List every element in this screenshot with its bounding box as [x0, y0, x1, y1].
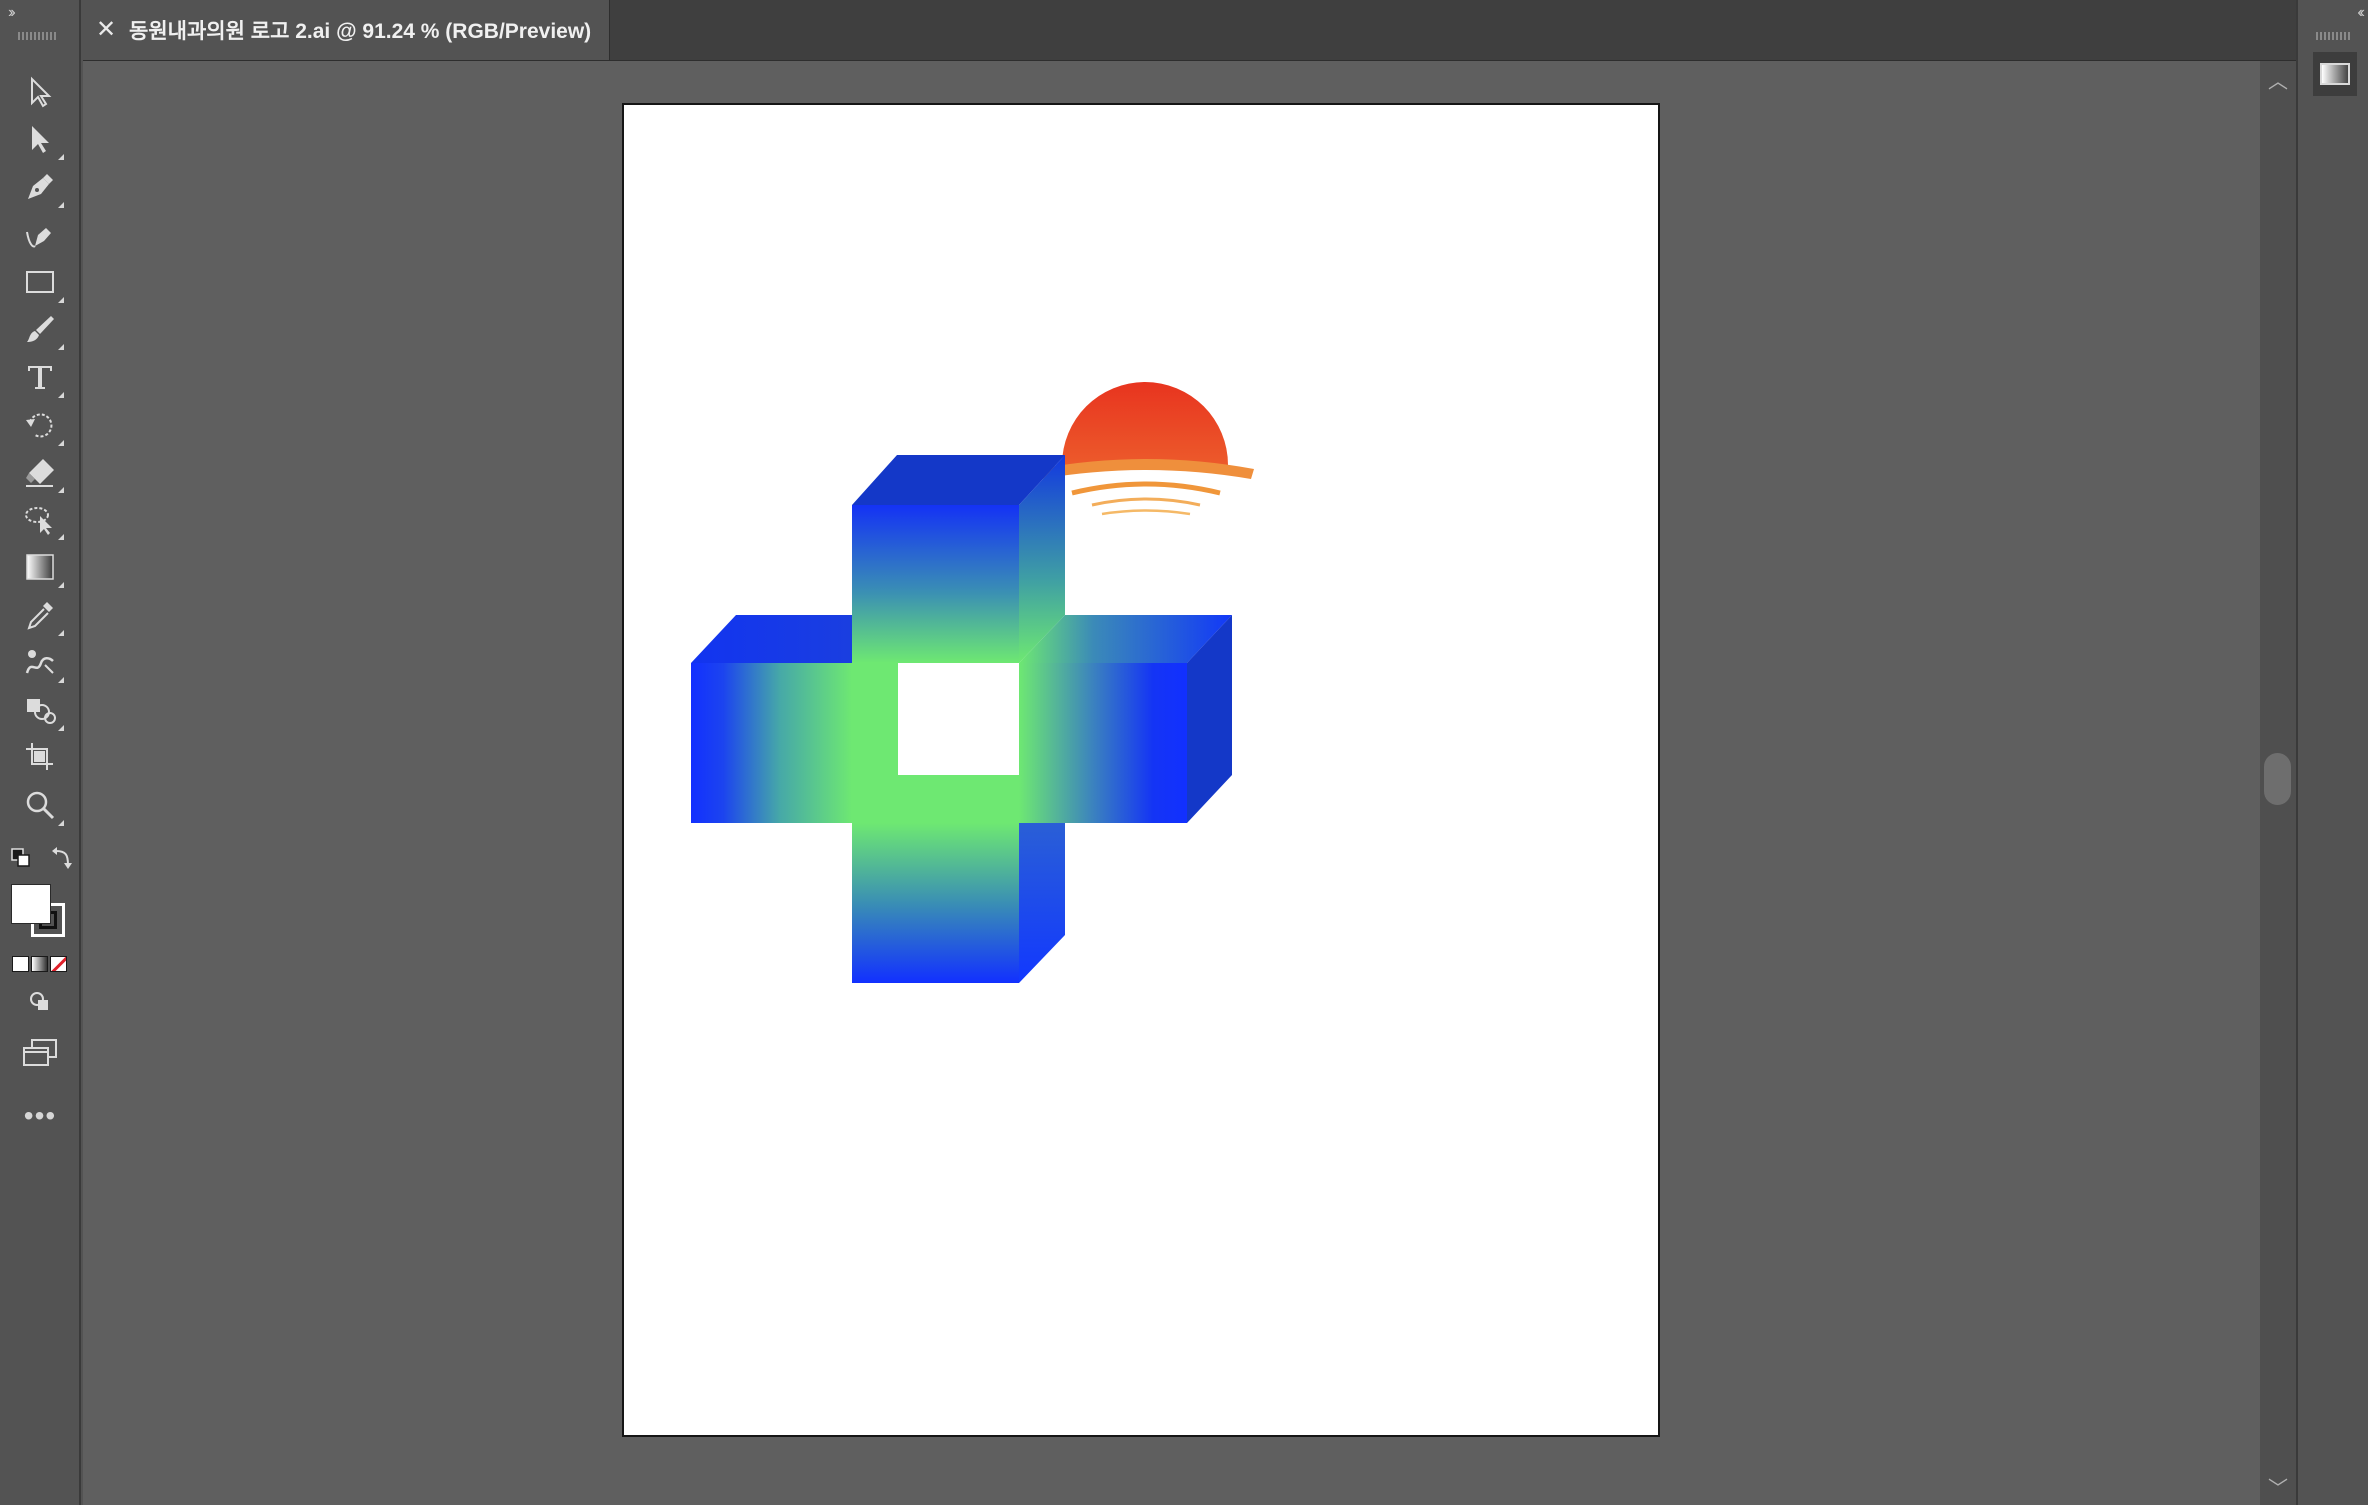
bottom-arm-side — [1019, 823, 1065, 983]
default-colors-icon[interactable] — [10, 847, 34, 871]
document-tab-bar: ✕ 동원내과의원 로고 2.ai @ 91.24 % (RGB/Preview) — [83, 0, 2296, 61]
center-bottom-bar — [898, 775, 1019, 823]
screen-mode-icon[interactable] — [22, 1038, 58, 1068]
pen-icon — [28, 174, 53, 199]
artboard-tool-button[interactable] — [18, 735, 62, 779]
artboard[interactable] — [622, 103, 1660, 1437]
top-arm-front — [852, 505, 1019, 663]
scroll-up-icon[interactable]: ︿ — [2260, 65, 2296, 94]
eyedropper-tool-button[interactable] — [18, 593, 64, 637]
scroll-thumb[interactable] — [2264, 753, 2291, 805]
sun-ray-3 — [1101, 509, 1191, 516]
right-panel-dock: ‹‹ — [2296, 0, 2368, 1505]
gradient-mode-button[interactable] — [31, 956, 48, 972]
blend-icon — [25, 650, 54, 674]
swap-colors-icon[interactable] — [50, 847, 74, 871]
arrow-filled-icon — [32, 126, 49, 153]
gradient-panel-button[interactable] — [2313, 52, 2357, 96]
eraser-icon — [26, 459, 54, 487]
pen-tool-button[interactable] — [18, 165, 64, 209]
selection-tool-button[interactable] — [18, 70, 62, 114]
left-arm-front — [691, 663, 852, 823]
color-mode-button[interactable] — [12, 956, 29, 972]
eraser-tool-button[interactable] — [18, 450, 64, 494]
close-tab-icon[interactable]: ✕ — [83, 0, 129, 60]
puppet-warp-tool-button[interactable] — [18, 497, 64, 541]
rotate-tool-button[interactable] — [18, 403, 64, 447]
rotate-icon — [26, 413, 53, 438]
curvature-pen-icon — [26, 228, 51, 248]
edit-toolbar-button[interactable]: ••• — [20, 1102, 60, 1130]
none-mode-button[interactable] — [50, 956, 67, 972]
curvature-tool-button[interactable] — [18, 213, 62, 257]
gradient-tool-button[interactable] — [18, 545, 64, 589]
blend-tool-button[interactable] — [18, 640, 64, 684]
panel-grip[interactable] — [2316, 32, 2350, 40]
left-arm-cap — [691, 615, 852, 663]
vertical-scrollbar[interactable]: ︿ ﹀ — [2260, 61, 2296, 1505]
arrow-outline-icon — [31, 76, 52, 108]
gradient-panel-icon — [2320, 63, 2350, 85]
clinic-logo-artwork[interactable] — [624, 105, 1658, 1435]
brush-icon — [27, 316, 54, 342]
center-hole — [898, 663, 1019, 775]
type-tool-button[interactable] — [18, 355, 64, 399]
shape-builder-tool-button[interactable] — [18, 688, 64, 732]
gradient-icon — [26, 554, 54, 580]
eyedropper-icon — [27, 602, 53, 630]
paintbrush-tool-button[interactable] — [18, 307, 64, 351]
sun-shape — [1062, 382, 1228, 465]
artboard-icon — [26, 743, 53, 770]
toolbar-grip[interactable] — [18, 32, 58, 40]
direct-selection-tool-button[interactable] — [18, 117, 64, 161]
collapse-toolbar-button[interactable]: ›› — [8, 4, 15, 22]
magnifier-icon — [26, 791, 55, 820]
canvas-area[interactable] — [83, 61, 2260, 1505]
sun-ray-1 — [1071, 481, 1221, 496]
expand-panels-button[interactable]: ‹‹ — [2357, 4, 2364, 22]
right-arm-front — [1019, 663, 1187, 823]
draw-mode-icon[interactable] — [28, 990, 52, 1014]
center-left-bar — [852, 663, 898, 823]
rectangle-tool-button[interactable] — [18, 260, 64, 304]
document-tab[interactable]: ✕ 동원내과의원 로고 2.ai @ 91.24 % (RGB/Preview) — [83, 0, 610, 60]
type-icon — [28, 366, 52, 389]
rectangle-icon — [26, 271, 54, 293]
scroll-down-icon[interactable]: ﹀ — [2260, 1472, 2296, 1501]
shape-builder-icon — [27, 699, 56, 724]
lasso-select-icon — [25, 507, 52, 535]
sun-ray-2 — [1091, 497, 1201, 507]
tools-panel: ›› ••• — [0, 0, 81, 1505]
document-tab-title: 동원내과의원 로고 2.ai @ 91.24 % (RGB/Preview) — [129, 20, 592, 43]
zoom-tool-button[interactable] — [18, 783, 64, 827]
fill-swatch[interactable] — [11, 884, 51, 924]
bottom-arm-front — [852, 823, 1019, 983]
